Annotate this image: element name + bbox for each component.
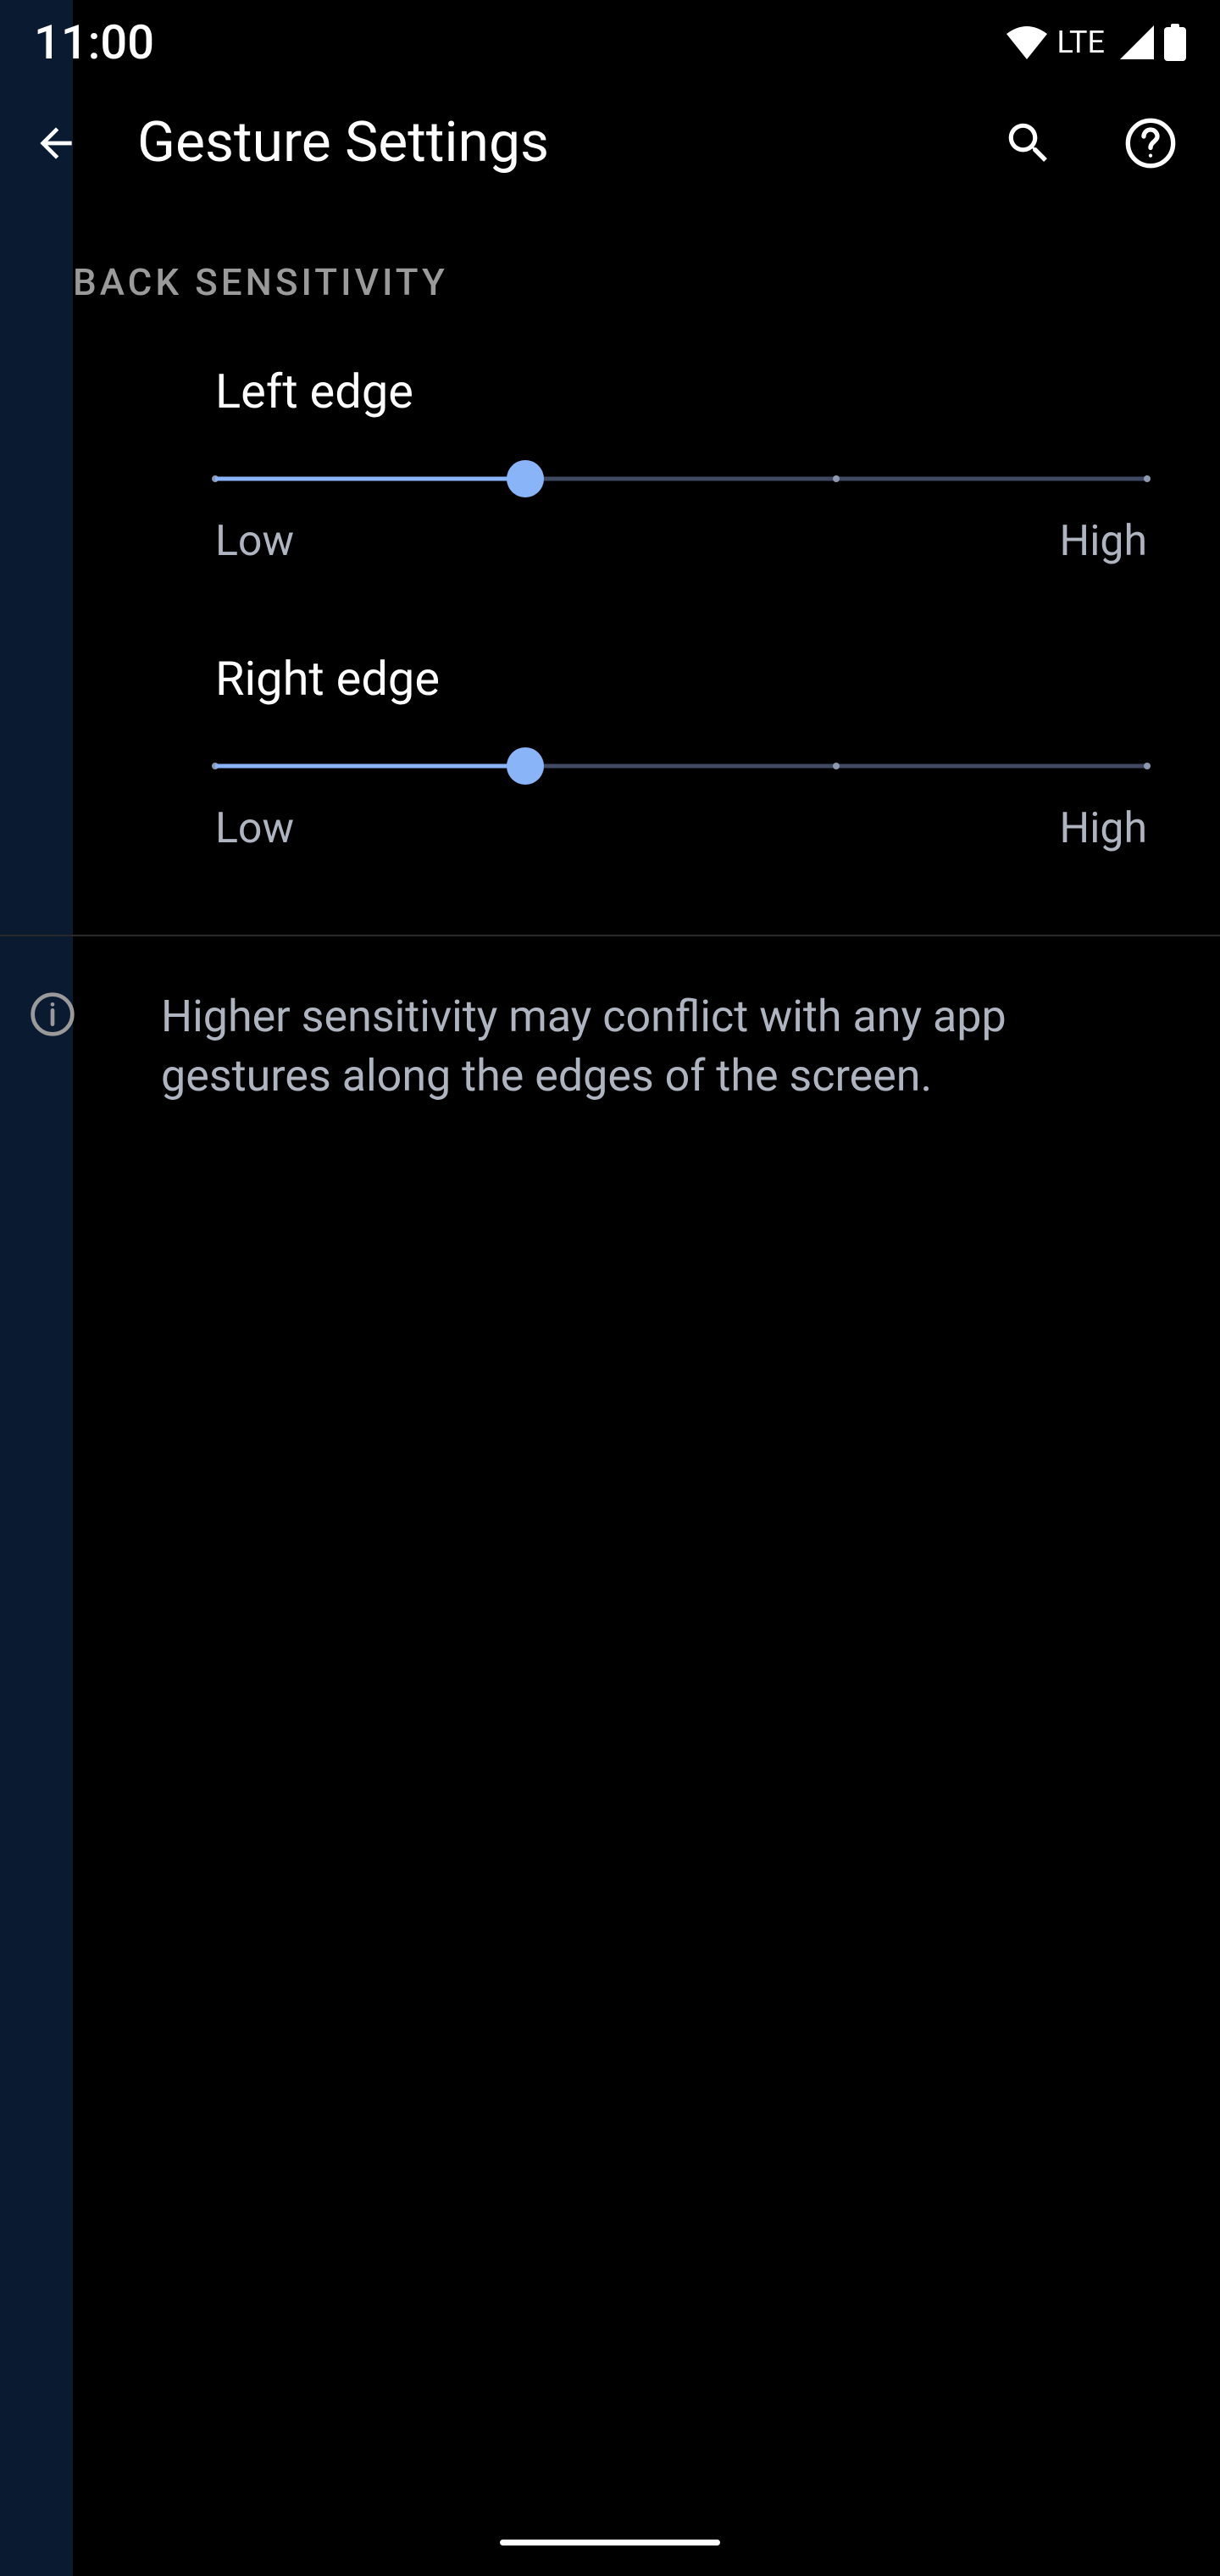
content: BACK SENSITIVITY Left edge Low High Righ… [0,226,1220,1140]
slider-range-labels: Low High [215,804,1147,853]
slider-tick [833,475,840,482]
arrow-back-icon [32,119,80,167]
nav-home-indicator[interactable] [500,2540,720,2545]
slider-tick [833,763,840,769]
back-button[interactable] [25,113,86,174]
header-actions [1001,116,1178,170]
slider-thumb[interactable] [507,460,544,497]
right-edge-slider[interactable] [215,753,1147,779]
header: Gesture Settings [0,85,1220,226]
info-text: Higher sensitivity may conflict with any… [161,987,1186,1106]
slider-thumb[interactable] [507,747,544,785]
slider-range-labels: Low High [215,517,1147,566]
lte-label: LTE [1057,25,1106,60]
left-edge-slider[interactable] [215,466,1147,491]
right-edge-slider-group: Right edge Low High [0,634,1220,921]
help-icon [1123,115,1178,171]
slider-high-label: High [1060,804,1147,853]
status-icons: LTE [1006,24,1187,61]
battery-icon [1164,24,1186,61]
slider-low-label: Low [215,804,294,853]
wifi-icon [1006,25,1047,59]
cellular-signal-icon [1120,25,1154,59]
section-header: BACK SENSITIVITY [0,226,1220,347]
search-button[interactable] [1001,116,1056,170]
slider-fill [215,477,525,481]
left-edge-slider-group: Left edge Low High [0,347,1220,634]
info-icon [29,991,76,1038]
info-section: Higher sensitivity may conflict with any… [0,936,1220,1140]
slider-fill [215,764,525,769]
help-button[interactable] [1123,116,1178,170]
status-bar: 11:00 LTE [0,0,1220,85]
right-edge-label: Right edge [215,651,1147,707]
slider-tick [1144,763,1151,769]
slider-tick [1144,475,1151,482]
page-title: Gesture Settings [137,110,951,175]
slider-high-label: High [1060,517,1147,566]
search-icon [1002,117,1055,169]
slider-low-label: Low [215,517,294,566]
left-edge-label: Left edge [215,364,1147,419]
status-time: 11:00 [34,14,154,70]
